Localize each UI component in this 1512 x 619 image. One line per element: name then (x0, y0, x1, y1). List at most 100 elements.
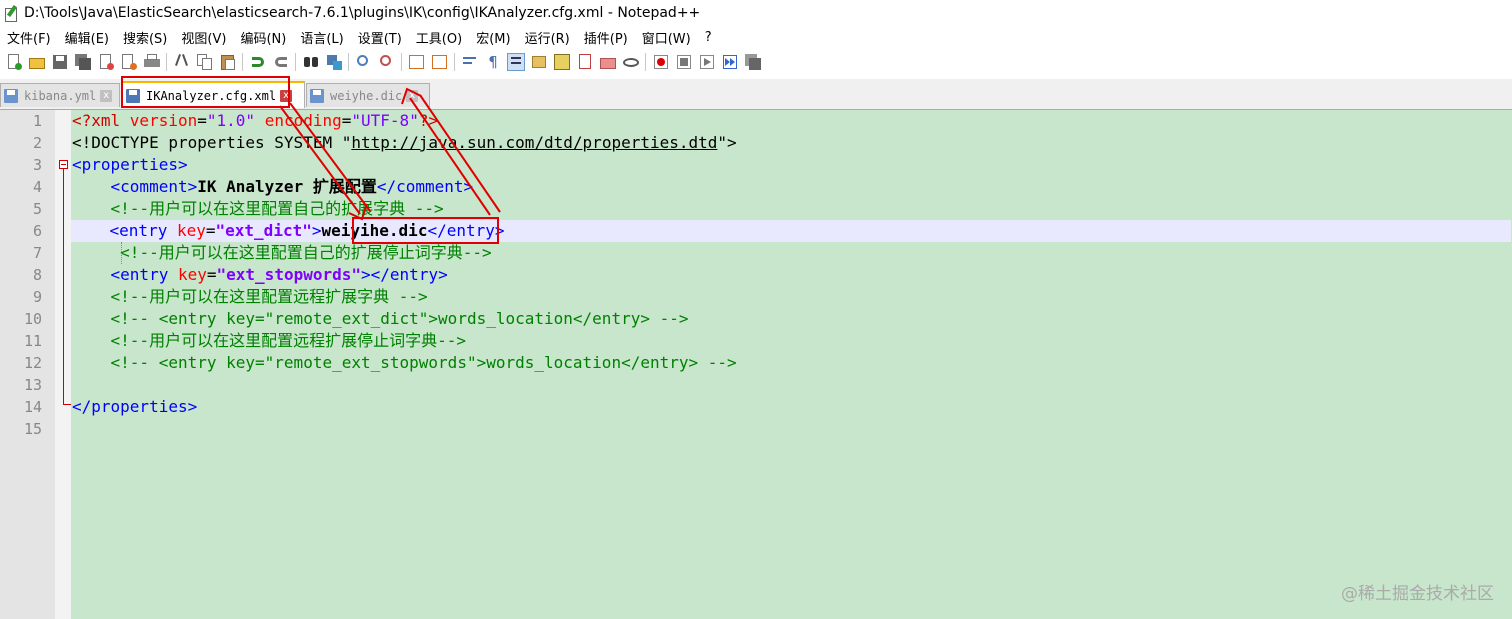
fold-collapse-icon[interactable] (59, 160, 68, 169)
indent-guide-icon[interactable] (507, 53, 525, 71)
attr-value: "ext_dict" (215, 221, 312, 240)
word-wrap-icon[interactable] (461, 53, 479, 71)
tab-bar: kibana.yml x IKAnalyzer.cfg.xml x weiyhe… (0, 79, 1512, 110)
code-line: <!-- <entry key="remote_ext_stopwords">w… (72, 352, 1512, 374)
tab-ikanalyzer-cfg-xml[interactable]: IKAnalyzer.cfg.xml x (122, 81, 305, 108)
attr-value: "UTF-8" (351, 111, 419, 130)
toolbar: ¶ (0, 49, 1512, 75)
tag: </entry> (427, 221, 505, 240)
menu-help[interactable]: ? (698, 30, 719, 45)
doctype-url[interactable]: http://java.sun.com/dtd/properties.dtd (351, 133, 717, 152)
folder-workspace-icon[interactable] (599, 53, 617, 71)
toolbar-separator (295, 53, 296, 71)
code-line: <entry key="ext_stopwords"></entry> (72, 264, 1512, 286)
document-map-icon[interactable] (553, 53, 571, 71)
stop-macro-icon[interactable] (675, 53, 693, 71)
menu-search[interactable]: 搜索(S) (116, 28, 174, 47)
toolbar-separator (454, 53, 455, 71)
toolbar-separator (348, 53, 349, 71)
code-line: </properties> (72, 396, 1512, 418)
function-list-icon[interactable] (576, 53, 594, 71)
menu-plugins[interactable]: 插件(P) (577, 28, 635, 47)
undo-icon[interactable] (249, 53, 267, 71)
menu-run[interactable]: 运行(R) (518, 28, 577, 47)
print-icon[interactable] (143, 53, 161, 71)
line-number: 12 (23, 354, 42, 372)
menu-macro[interactable]: 宏(M) (469, 28, 517, 47)
save-all-icon[interactable] (74, 53, 92, 71)
doctype: <!DOCTYPE properties SYSTEM " (72, 133, 352, 152)
open-file-icon[interactable] (28, 53, 46, 71)
paste-icon[interactable] (219, 53, 237, 71)
find-icon[interactable] (302, 53, 320, 71)
fold-guide-end (63, 404, 71, 405)
comment: <!--用户可以在这里配置远程扩展字典 --> (110, 287, 428, 306)
menu-encoding[interactable]: 编码(N) (233, 28, 293, 47)
menu-language[interactable]: 语言(L) (293, 28, 350, 47)
show-all-characters-icon[interactable]: ¶ (484, 53, 502, 71)
close-icon[interactable]: x (100, 89, 113, 102)
code-line: <comment>IK Analyzer 扩展配置</comment> (72, 176, 1512, 198)
menu-settings[interactable]: 设置(T) (351, 28, 409, 47)
indent-guide (121, 242, 123, 264)
play-macro-icon[interactable] (698, 53, 716, 71)
line-number: 7 (32, 244, 42, 262)
replace-icon[interactable] (325, 53, 343, 71)
menu-window[interactable]: 窗口(W) (635, 28, 698, 47)
tab-label: kibana.yml (24, 88, 97, 103)
comment: <!--用户可以在这里配置自己的扩展停止词字典--> (120, 243, 492, 262)
line-number: 5 (32, 200, 42, 218)
record-macro-icon[interactable] (652, 53, 670, 71)
tag: <comment> (110, 177, 198, 196)
attr-name: key (177, 265, 207, 284)
cut-icon[interactable] (173, 53, 191, 71)
line-number: 11 (23, 332, 42, 350)
line-number-gutter: 1 2 3 4 5 6 7 8 9 10 11 12 13 14 15 (0, 110, 55, 619)
menu-tools[interactable]: 工具(O) (409, 28, 469, 47)
copy-icon[interactable] (196, 53, 214, 71)
run-macro-multiple-icon[interactable] (721, 53, 739, 71)
menu-edit[interactable]: 编辑(E) (58, 28, 116, 47)
save-icon[interactable] (51, 53, 69, 71)
close-icon[interactable]: x (280, 89, 293, 102)
new-file-icon[interactable] (5, 53, 23, 71)
tab-kibana-yml[interactable]: kibana.yml x (0, 83, 120, 107)
tag: <entry (109, 221, 177, 240)
user-language-icon[interactable] (530, 53, 548, 71)
saved-file-icon (126, 88, 140, 103)
current-code-line: <entry key="ext_dict">weiyihe.dic</entry… (71, 220, 1511, 242)
zoom-out-icon[interactable] (378, 53, 396, 71)
sync-horizontal-icon[interactable] (431, 53, 449, 71)
tag: <entry (110, 265, 178, 284)
monitoring-icon[interactable] (622, 53, 640, 71)
attr-value: "ext_stopwords" (216, 265, 362, 284)
line-number: 13 (23, 376, 42, 394)
attr-name: encoding (264, 111, 342, 130)
zoom-in-icon[interactable] (355, 53, 373, 71)
line-number: 6 (32, 222, 42, 240)
sync-vertical-icon[interactable] (408, 53, 426, 71)
line-number: 15 (23, 420, 42, 438)
save-macro-icon[interactable] (744, 53, 762, 71)
close-file-icon[interactable] (97, 53, 115, 71)
text-content: weiyihe.dic (321, 221, 428, 240)
notepad-plus-plus-icon (4, 4, 18, 22)
saved-file-icon (310, 88, 324, 103)
close-icon[interactable]: x (406, 89, 419, 102)
editor-area[interactable]: 1 2 3 4 5 6 7 8 9 10 11 12 13 14 15 <?xm… (0, 110, 1512, 619)
window-title: D:\Tools\Java\ElasticSearch\elasticsearc… (24, 4, 701, 21)
menu-view[interactable]: 视图(V) (174, 28, 233, 47)
tab-weiyhe-dic[interactable]: weiyhe.dic x (306, 83, 430, 107)
tag: </properties> (72, 397, 198, 416)
close-all-icon[interactable] (120, 53, 138, 71)
menu-file[interactable]: 文件(F) (0, 28, 58, 47)
redo-icon[interactable] (272, 53, 290, 71)
line-number: 4 (32, 178, 42, 196)
toolbar-separator (166, 53, 167, 71)
